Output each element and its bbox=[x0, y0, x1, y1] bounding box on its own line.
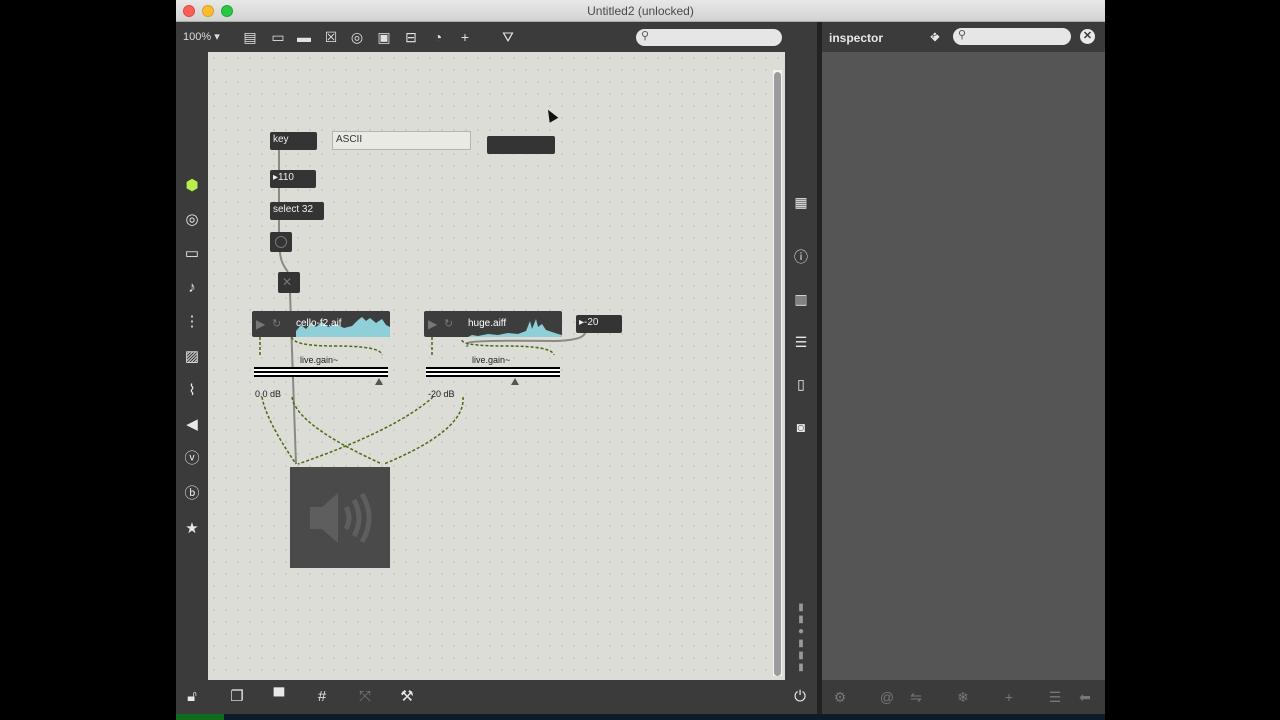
gain-2-db: -20 dB bbox=[428, 389, 455, 399]
list-icon[interactable]: ☰ bbox=[791, 332, 811, 352]
inspector-panel: inspector ◆ P ⚲ ✕ ⚙ @ ⇋ ❄ + ☰ ⬅ bbox=[822, 22, 1105, 714]
message-icon[interactable]: ▬ bbox=[294, 28, 314, 46]
playlist-player-1[interactable]: ▶ ↻ cello-f2.aif bbox=[252, 311, 390, 337]
vimeo-icon[interactable]: ⓥ bbox=[182, 449, 202, 469]
sequence-icon[interactable]: ⋮ bbox=[182, 312, 202, 332]
image-icon[interactable]: ▨ bbox=[182, 347, 202, 367]
bold-b-icon[interactable]: ⓑ bbox=[182, 484, 202, 504]
comment-icon[interactable]: ▭ bbox=[268, 28, 288, 46]
music-note-icon[interactable]: ♪ bbox=[182, 278, 202, 298]
inspector-header: inspector ◆ P ⚲ ✕ bbox=[822, 22, 1105, 52]
plus-icon: + bbox=[1004, 689, 1014, 705]
gain-2-label: live.gain~ bbox=[472, 355, 511, 365]
toggle-x: ✕ bbox=[282, 275, 293, 289]
ascii-comment-text: ASCII bbox=[336, 134, 363, 145]
patcher-search-field[interactable]: ⚲ bbox=[636, 29, 782, 46]
gain-handle-2[interactable] bbox=[511, 378, 519, 385]
inspector-bottom-bar: ⚙ @ ⇋ ❄ + ☰ ⬅ bbox=[822, 680, 1105, 714]
windows-icon[interactable]: ❐ bbox=[227, 687, 247, 707]
gear-icon: ⚙ bbox=[833, 689, 847, 705]
lock-icon[interactable]: 🔓︎ bbox=[182, 687, 202, 707]
bang-button[interactable] bbox=[270, 232, 292, 252]
ascii-comment[interactable]: ASCII bbox=[332, 131, 471, 150]
paint-bucket-icon[interactable]: ⛛ bbox=[498, 28, 518, 46]
dial-icon[interactable]: ◔ bbox=[428, 28, 448, 46]
at-icon: @ bbox=[879, 689, 895, 705]
gain-track bbox=[254, 371, 388, 373]
speaker-icon bbox=[310, 492, 372, 544]
zoom-level-dropdown[interactable]: 100% ▾ bbox=[183, 30, 220, 43]
plug-icon[interactable]: ◀ bbox=[182, 415, 202, 435]
player-1-filename: cello-f2.aif bbox=[296, 318, 342, 329]
camera-icon[interactable]: ◙ bbox=[791, 417, 811, 437]
snap-icon[interactable]: ⤧ bbox=[355, 687, 375, 707]
presentation-icon[interactable]: ▀ bbox=[269, 687, 289, 707]
title-bar[interactable]: Untitled2 (unlocked) bbox=[176, 0, 1105, 22]
back-icon: ⬅ bbox=[1079, 689, 1091, 705]
bus-icon[interactable]: ▭ bbox=[182, 244, 202, 264]
right-sidebar: ▦ ⓘ ▥ ☰ ▯ ◙ ▮ ▮ ● ▮ ▮ ▮ bbox=[785, 52, 817, 680]
search-icon: ⚲ bbox=[641, 30, 650, 42]
paperclip-icon[interactable]: ⌇ bbox=[182, 381, 202, 401]
reference-icon[interactable]: ▯ bbox=[791, 374, 811, 394]
desktop-strip bbox=[176, 714, 1105, 720]
number-box[interactable]: ▸110 bbox=[270, 170, 316, 188]
empty-object-box[interactable] bbox=[487, 136, 555, 154]
object-box-icon[interactable]: ☒ bbox=[321, 28, 341, 46]
key-object-label: key bbox=[273, 134, 289, 145]
target-icon[interactable]: ◎ bbox=[182, 210, 202, 230]
grid-icon[interactable]: # bbox=[312, 687, 332, 707]
loop-icon[interactable]: ↻ bbox=[272, 311, 281, 337]
toggle-icon[interactable]: ▣ bbox=[374, 28, 394, 46]
gain-slider-1[interactable] bbox=[254, 367, 388, 377]
loop-icon[interactable]: ↻ bbox=[444, 311, 453, 337]
ezdac-speaker[interactable] bbox=[290, 467, 390, 568]
number-box-value: 110 bbox=[278, 172, 294, 183]
select-object[interactable]: select 32 bbox=[270, 202, 324, 220]
inspector-search-field[interactable]: ⚲ bbox=[953, 28, 1071, 45]
meter-icon: ▮ ▮ ● ▮ ▮ ▮ bbox=[797, 602, 805, 673]
playlist-player-2[interactable]: ▶ ↻ huge.aiff bbox=[424, 311, 562, 337]
play-icon[interactable]: ▶ bbox=[256, 311, 265, 337]
gain-track bbox=[426, 371, 560, 373]
gain-1-db: 0.0 dB bbox=[255, 389, 282, 399]
bang-icon[interactable]: ◎ bbox=[347, 28, 367, 46]
presentation-icon[interactable]: ▤ bbox=[240, 28, 260, 46]
search-icon: ⚲ bbox=[958, 29, 967, 41]
menu-icon: ☰ bbox=[1048, 689, 1062, 705]
zoom-value: 100% bbox=[183, 31, 212, 43]
window-title: Untitled2 (unlocked) bbox=[587, 4, 694, 18]
toggle-button[interactable]: ✕ bbox=[278, 272, 300, 293]
vertical-scrollbar-thumb[interactable] bbox=[774, 72, 781, 676]
desktop-strip-accent bbox=[176, 714, 224, 720]
max-patcher-window: Untitled2 (unlocked) 100% ▾ ▤ ▭ ▬ ☒ ◎ ▣ … bbox=[176, 0, 1105, 714]
grid-keyboard-icon[interactable]: ▦ bbox=[791, 192, 811, 212]
gain-handle-1[interactable] bbox=[375, 378, 383, 385]
wrench-icon[interactable]: ⚒ bbox=[397, 687, 417, 707]
number-box-2[interactable]: ▸-20 bbox=[576, 315, 622, 333]
power-icon[interactable]: ⏻ bbox=[790, 687, 810, 707]
sliders-icon: ⇋ bbox=[910, 689, 922, 705]
gain-slider-2[interactable] bbox=[426, 367, 560, 377]
inspector-title: inspector bbox=[829, 31, 884, 45]
left-sidebar: ⬢ ◎ ▭ ♪ ⋮ ▨ ⌇ ◀ ⓥ ⓑ ★ bbox=[176, 52, 208, 680]
snowflake-icon: ❄ bbox=[957, 689, 969, 705]
patcher-bottom-bar: 🔓︎ ❐ ▀ # ⤧ ⚒ ⏻ bbox=[176, 680, 817, 714]
bang-circle bbox=[275, 236, 287, 248]
parameter-label: P bbox=[932, 31, 938, 40]
star-icon[interactable]: ★ bbox=[182, 519, 202, 539]
select-object-label: select 32 bbox=[273, 204, 314, 215]
gain-1-label: live.gain~ bbox=[300, 355, 339, 365]
play-icon[interactable]: ▶ bbox=[428, 311, 437, 337]
key-object[interactable]: key bbox=[270, 132, 317, 150]
grid-icon[interactable]: ⊟ bbox=[401, 28, 421, 46]
book-open-icon[interactable]: ▥ bbox=[791, 289, 811, 309]
close-icon[interactable]: ✕ bbox=[1080, 29, 1095, 44]
parameter-icon[interactable]: ◆ P bbox=[927, 28, 943, 44]
number-box-2-value: -20 bbox=[584, 317, 599, 328]
add-icon[interactable]: + bbox=[455, 28, 475, 46]
info-icon[interactable]: ⓘ bbox=[791, 247, 811, 267]
player-2-filename: huge.aiff bbox=[468, 318, 507, 329]
cube-icon[interactable]: ⬢ bbox=[182, 176, 202, 196]
